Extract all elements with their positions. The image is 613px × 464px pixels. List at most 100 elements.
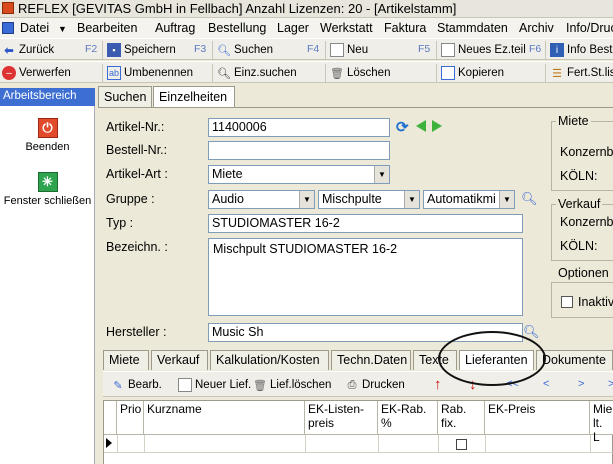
copy-icon: [441, 66, 455, 80]
artikel-art-select[interactable]: Miete ▼: [208, 165, 390, 184]
discard-button[interactable]: – Verwerfen: [2, 64, 71, 82]
fert-list-button[interactable]: ☰ Fert.St.lis: [550, 64, 613, 82]
new-label: Neu: [347, 44, 369, 56]
info-best-button[interactable]: i Info Best: [550, 41, 612, 59]
cell-divider: [438, 435, 439, 453]
column-header-prio[interactable]: Prio: [117, 401, 144, 435]
column-header-miete[interactable]: Mie lt. L: [590, 401, 613, 444]
verkauf-koeln-label: KÖLN:: [560, 239, 598, 253]
move-up-icon[interactable]: ↑: [434, 376, 442, 393]
edit-supplier-button[interactable]: ✎ Bearb.: [111, 376, 162, 394]
new-part-shortcut: F6: [529, 43, 542, 55]
search-button[interactable]: 🔍︎ Suchen: [217, 41, 273, 59]
workspace-header: Arbeitsbereich: [0, 88, 95, 106]
toolbar-separator: [436, 41, 437, 59]
chevron-down-icon[interactable]: ▼: [499, 191, 514, 208]
title-bar: REFLEX [GEVITAS GmbH in Fellbach] Anzahl…: [0, 0, 613, 18]
miete-konzern-label: Konzernb: [560, 145, 613, 159]
delete-supplier-button[interactable]: 🗑︎ Lief.löschen: [253, 376, 331, 394]
menu-lager[interactable]: Lager: [277, 21, 309, 35]
refresh-icon[interactable]: ⟳: [396, 118, 409, 136]
sidebar-item-beenden[interactable]: ⏻ Beenden: [0, 118, 95, 153]
new-supplier-button[interactable]: Neuer Lief.: [178, 376, 251, 394]
tab-kalkulation[interactable]: Kalkulation/Kosten: [210, 350, 329, 370]
tab-suchen[interactable]: Suchen: [98, 86, 152, 107]
app-menu-icon[interactable]: [2, 22, 14, 34]
menu-info-drucken[interactable]: Info/Drucken: [566, 21, 613, 35]
bestell-nr-field[interactable]: [208, 141, 390, 160]
column-header-kurzname[interactable]: Kurzname: [144, 401, 305, 435]
single-search-button[interactable]: 🔍︎ Einz.suchen: [217, 64, 297, 82]
print-button[interactable]: ⎙ Drucken: [345, 376, 405, 394]
delete-button[interactable]: 🗑︎ Löschen: [330, 64, 390, 82]
menu-bestellung[interactable]: Bestellung: [208, 21, 266, 35]
group-search-icon[interactable]: 🔍︎: [521, 191, 538, 207]
chevron-down-icon[interactable]: ▼: [299, 191, 314, 208]
chevron-down-icon[interactable]: ▼: [374, 166, 389, 183]
artikel-nr-field[interactable]: 11400006: [208, 118, 390, 137]
menu-dropdown-icon[interactable]: ▼: [58, 24, 67, 34]
gruppe-3-value: Automatikmi: [427, 192, 496, 206]
menu-werkstatt[interactable]: Werkstatt: [320, 21, 373, 35]
column-header-ek-preis[interactable]: EK-Preis: [485, 401, 590, 435]
power-icon: ⏻: [37, 118, 58, 138]
tab-techn-daten[interactable]: Techn.Daten: [331, 350, 411, 370]
close-window-icon: ✳: [37, 172, 58, 192]
nav-next-button[interactable]: >: [578, 378, 584, 390]
tab-miete[interactable]: Miete: [103, 350, 149, 370]
edit-label: Bearb.: [128, 379, 162, 391]
tab-verkauf[interactable]: Verkauf: [151, 350, 208, 370]
optionen-group: Inaktiv: [551, 282, 613, 318]
cell-divider: [305, 435, 306, 453]
new-shortcut: F5: [418, 43, 431, 55]
miete-koeln-label: KÖLN:: [560, 169, 598, 183]
tab-einzelheiten[interactable]: Einzelheiten: [153, 86, 235, 108]
single-search-label: Einz.suchen: [234, 67, 297, 79]
back-shortcut: F2: [85, 43, 98, 55]
column-header-rab-fix[interactable]: Rab. fix.: [438, 401, 485, 435]
new-button[interactable]: Neu: [330, 41, 368, 59]
inaktiv-checkbox[interactable]: [561, 296, 573, 308]
discard-label: Verwerfen: [19, 67, 71, 79]
table-row[interactable]: [104, 435, 613, 453]
previous-record-icon[interactable]: [416, 120, 426, 132]
typ-field[interactable]: STUDIOMASTER 16-2: [208, 214, 523, 233]
secondary-toolbar: – Verwerfen ab Umbenennen 🔍︎ Einz.suchen…: [0, 61, 613, 83]
gruppe-select-2[interactable]: Mischpulte ▼: [318, 190, 420, 209]
miete-group-title: Miete: [556, 114, 591, 128]
save-button[interactable]: ▪ Speichern: [107, 41, 176, 59]
copy-button[interactable]: Kopieren: [441, 64, 504, 82]
nav-last-button[interactable]: >: [608, 378, 613, 390]
bezeichnung-textarea[interactable]: Mischpult STUDIOMASTER 16-2: [208, 238, 523, 316]
search-shortcut: F4: [307, 43, 320, 55]
rab-fix-checkbox[interactable]: [456, 439, 467, 450]
nav-prev-button[interactable]: <: [543, 378, 549, 390]
new-part-button[interactable]: Neues Ez.teil: [441, 41, 526, 59]
chevron-down-icon[interactable]: ▼: [404, 191, 419, 208]
gruppe-select-1[interactable]: Audio ▼: [208, 190, 315, 209]
toolbar-separator: [102, 64, 103, 82]
verkauf-group-title: Verkauf: [556, 197, 603, 211]
sidebar-item-close-window[interactable]: ✳ Fenster schließen: [0, 172, 95, 207]
toolbar-separator: [545, 41, 546, 59]
cell-divider: [485, 435, 486, 453]
back-button[interactable]: ⬅ Zurück: [2, 41, 54, 59]
tab-dokumente[interactable]: Dokumente: [536, 350, 613, 370]
inaktiv-label: Inaktiv: [578, 295, 613, 309]
save-label: Speichern: [124, 44, 176, 56]
next-record-icon[interactable]: [432, 120, 442, 132]
parts-list-icon: ☰: [552, 67, 562, 80]
menu-datei[interactable]: Datei: [20, 21, 49, 35]
menu-archiv[interactable]: Archiv: [519, 21, 554, 35]
rename-button[interactable]: ab Umbenennen: [107, 64, 193, 82]
gruppe-select-3[interactable]: Automatikmi ▼: [423, 190, 515, 209]
menu-bearbeiten[interactable]: Bearbeiten: [77, 21, 137, 35]
menu-faktura[interactable]: Faktura: [384, 21, 426, 35]
menu-auftrag[interactable]: Auftrag: [155, 21, 195, 35]
highlight-circle-annotation: [438, 331, 546, 386]
column-header-ek-listenpreis[interactable]: EK-Listen-preis: [305, 401, 378, 435]
cell-divider: [144, 435, 145, 453]
menu-stammdaten[interactable]: Stammdaten: [437, 21, 508, 35]
column-header-ek-rabatt[interactable]: EK-Rab. %: [378, 401, 438, 435]
toolbar-separator: [325, 64, 326, 82]
